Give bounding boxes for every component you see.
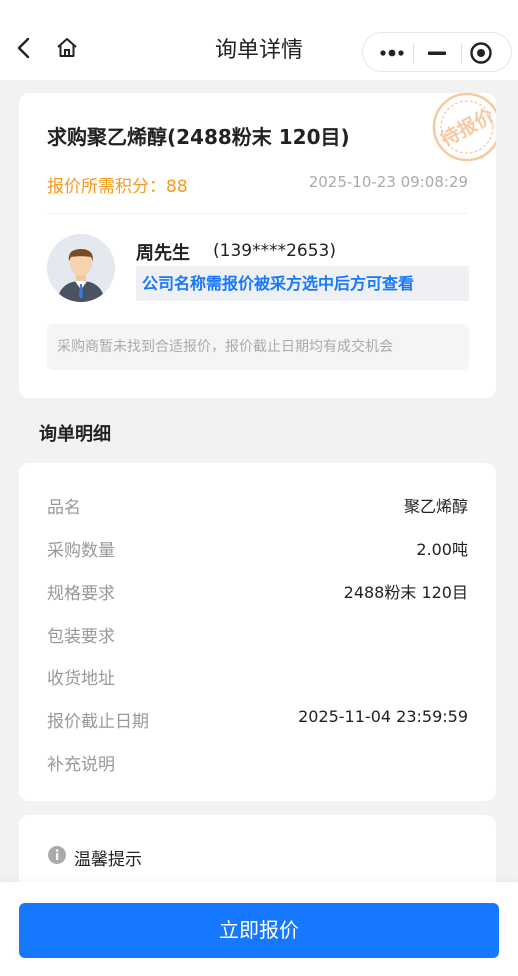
minimize-icon[interactable] (427, 45, 447, 61)
detail-value: 2025-11-04 23:59:59 (298, 707, 468, 726)
inquiry-summary-card: 求购聚乙烯醇(2488粉末 120目) 待报价 报价所需积分：88 2025-1… (19, 93, 496, 398)
detail-label: 收货地址 (47, 669, 115, 689)
points-label: 报价所需积分： (47, 177, 166, 197)
stamp-text: 待报价 (437, 103, 496, 151)
buyer-phone: (139****2653) (213, 241, 336, 261)
detail-row-product-name: 品名 聚乙烯醇 (47, 489, 468, 519)
info-icon (47, 845, 67, 865)
detail-value: 2.00吨 (416, 540, 468, 559)
details-section-title: 询单明细 (39, 424, 111, 445)
inquiry-details-card: 品名 聚乙烯醇 采购数量 2.00吨 规格要求 2488粉末 120目 包装要求… (19, 463, 496, 801)
detail-label: 采购数量 (47, 541, 115, 561)
mini-program-capsule (362, 32, 512, 72)
detail-row-deadline: 报价截止日期 2025-11-04 23:59:59 (47, 703, 468, 733)
more-icon[interactable] (379, 45, 405, 61)
detail-row-remarks: 补充说明 (47, 746, 468, 776)
detail-row-delivery-address: 收货地址 (47, 660, 468, 690)
pending-quote-stamp: 待报价 (427, 93, 496, 167)
capsule-divider (461, 43, 462, 63)
detail-label: 规格要求 (47, 584, 115, 604)
divider (47, 213, 468, 214)
buyer-name: 周先生 (136, 243, 190, 264)
company-hidden-note: 公司名称需报价被采方选中后方可查看 (136, 266, 469, 301)
quote-now-button[interactable]: 立即报价 (19, 903, 499, 958)
required-points: 报价所需积分：88 (47, 172, 188, 197)
detail-row-specification: 规格要求 2488粉末 120目 (47, 575, 468, 605)
buyer-avatar (47, 234, 115, 302)
detail-value: 聚乙烯醇 (403, 497, 468, 516)
detail-label: 包装要求 (47, 627, 115, 647)
bottom-action-bar: 立即报价 (0, 882, 518, 976)
inquiry-notice: 采购商暂未找到合适报价，报价截止日期均有成交机会 (47, 324, 469, 370)
detail-label: 报价截止日期 (47, 712, 149, 732)
points-value: 88 (166, 177, 188, 197)
capsule-divider (413, 43, 414, 63)
tips-label: 温馨提示 (74, 850, 142, 870)
inquiry-title: 求购聚乙烯醇(2488粉末 120目) (47, 125, 350, 149)
navigation-bar: 询单详情 (0, 0, 518, 80)
detail-label: 品名 (47, 498, 81, 518)
detail-label: 补充说明 (47, 755, 115, 775)
detail-row-packaging: 包装要求 (47, 618, 468, 648)
detail-value: 2488粉末 120目 (343, 583, 468, 602)
inquiry-datetime: 2025-10-23 09:08:29 (308, 173, 468, 191)
detail-row-quantity: 采购数量 2.00吨 (47, 532, 468, 562)
close-icon[interactable] (469, 41, 493, 65)
